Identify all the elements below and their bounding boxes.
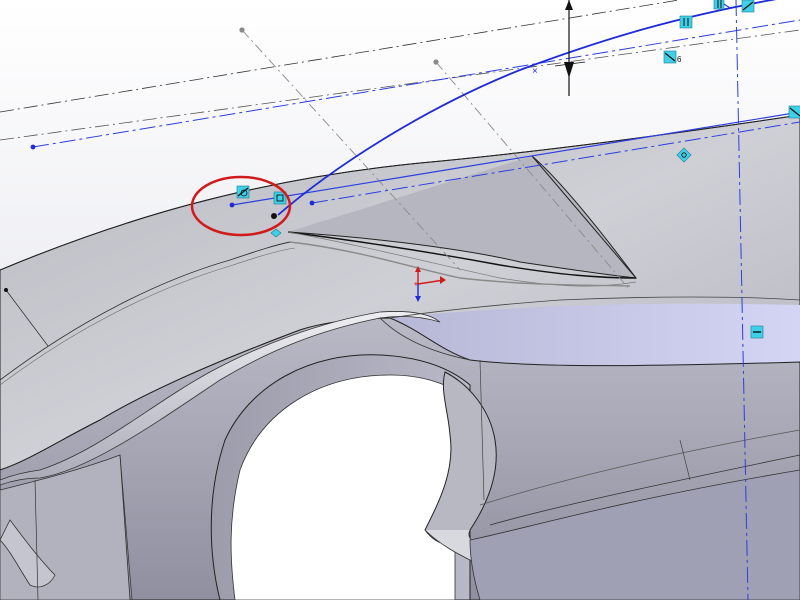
tangent-icon[interactable]	[236, 185, 250, 199]
triad-origin-mark: *	[414, 281, 418, 292]
horizontal-icon[interactable]	[750, 325, 764, 339]
relation-count-label: 6	[677, 55, 682, 64]
tangent-edge-icon[interactable]	[788, 105, 800, 119]
sketch-point-mid[interactable]	[309, 200, 315, 206]
spline-handle-marker[interactable]: ×	[532, 66, 538, 77]
split-endpoint[interactable]	[4, 288, 8, 292]
tangent-top-icon[interactable]	[741, 0, 755, 13]
sketch-point-left[interactable]	[30, 144, 36, 150]
model-view[interactable]: × 6 *	[0, 0, 800, 601]
construction-point-1[interactable]	[239, 27, 245, 33]
parallel-icon[interactable]	[679, 15, 693, 29]
graphics-area[interactable]: × 6 *	[0, 0, 800, 601]
coincident-top-icon[interactable]	[713, 0, 725, 10]
tangent-icon[interactable]	[663, 50, 677, 64]
spline-start-point[interactable]	[271, 213, 277, 219]
sketch-point-endpoint[interactable]	[229, 202, 235, 208]
construction-point-2[interactable]	[433, 59, 439, 65]
